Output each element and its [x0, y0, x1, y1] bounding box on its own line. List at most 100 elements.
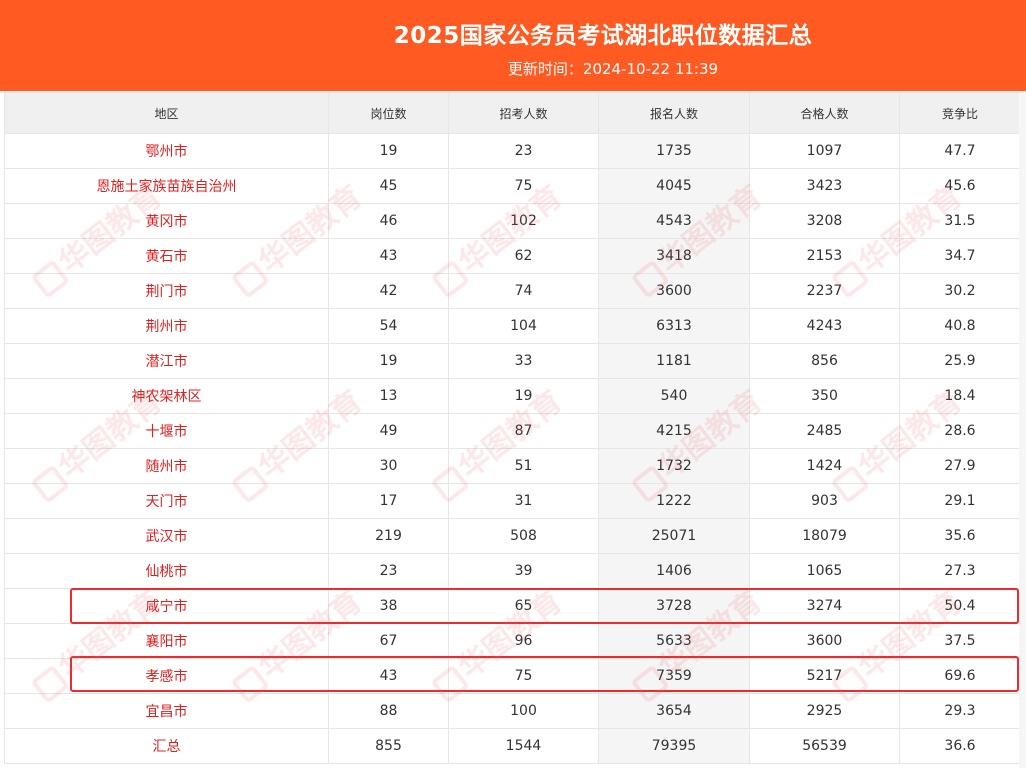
page-header: 2025国家公务员考试湖北职位数据汇总 更新时间：2024-10-22 11:3…	[0, 0, 1026, 91]
scrollbar-track[interactable]	[1019, 92, 1026, 768]
cell-region[interactable]: 武汉市	[4, 518, 329, 554]
cell-applicants: 1181	[598, 343, 750, 379]
table-body: 鄂州市 19 23 1735 1097 47.7 恩施土家族苗族自治州 45 75 4045 342…	[4, 133, 1021, 764]
cell-qualified: 1065	[749, 553, 900, 589]
col-header-ratio[interactable]: 竞争比	[899, 92, 1021, 134]
cell-positions: 67	[328, 623, 449, 659]
cell-applicants: 4215	[598, 413, 750, 449]
cell-positions: 19	[328, 133, 449, 169]
cell-positions: 38	[328, 588, 449, 624]
cell-region[interactable]: 十堰市	[4, 413, 329, 449]
table-row: 随州市 30 51 1732 1424 27.9	[4, 448, 1021, 484]
cell-region[interactable]: 荆州市	[4, 308, 329, 344]
cell-applicants: 4045	[598, 168, 750, 204]
cell-qualified: 5217	[749, 658, 900, 694]
table-row: 咸宁市 38 65 3728 3274 50.4	[4, 588, 1021, 624]
table-row: 荆州市 54 104 6313 4243 40.8	[4, 308, 1021, 344]
cell-region[interactable]: 天门市	[4, 483, 329, 519]
cell-ratio: 30.2	[899, 273, 1021, 309]
cell-positions: 43	[328, 658, 449, 694]
table-row: 孝感市 43 75 7359 5217 69.6	[4, 658, 1021, 694]
col-header-qualified[interactable]: 合格人数	[749, 92, 900, 134]
cell-recruits: 31	[448, 483, 599, 519]
cell-qualified: 2153	[749, 238, 900, 274]
cell-positions: 42	[328, 273, 449, 309]
cell-positions: 855	[328, 728, 449, 764]
col-header-region[interactable]: 地区	[4, 92, 329, 134]
cell-applicants: 3728	[598, 588, 750, 624]
cell-region[interactable]: 荆门市	[4, 273, 329, 309]
cell-applicants: 3654	[598, 693, 750, 729]
cell-applicants: 79395	[598, 728, 750, 764]
cell-qualified: 903	[749, 483, 900, 519]
cell-recruits: 102	[448, 203, 599, 239]
cell-positions: 13	[328, 378, 449, 414]
cell-applicants: 7359	[598, 658, 750, 694]
cell-region[interactable]: 襄阳市	[4, 623, 329, 659]
cell-ratio: 69.6	[899, 658, 1021, 694]
cell-recruits: 33	[448, 343, 599, 379]
cell-region[interactable]: 孝感市	[4, 658, 329, 694]
cell-qualified: 3208	[749, 203, 900, 239]
table-row: 潜江市 19 33 1181 856 25.9	[4, 343, 1021, 379]
cell-region[interactable]: 宜昌市	[4, 693, 329, 729]
cell-region[interactable]: 仙桃市	[4, 553, 329, 589]
cell-ratio: 40.8	[899, 308, 1021, 344]
cell-ratio: 34.7	[899, 238, 1021, 274]
table-row: 襄阳市 67 96 5633 3600 37.5	[4, 623, 1021, 659]
cell-ratio: 45.6	[899, 168, 1021, 204]
cell-positions: 43	[328, 238, 449, 274]
cell-applicants: 1406	[598, 553, 750, 589]
table-row: 鄂州市 19 23 1735 1097 47.7	[4, 133, 1021, 169]
cell-ratio: 29.3	[899, 693, 1021, 729]
cell-region[interactable]: 咸宁市	[4, 588, 329, 624]
cell-region[interactable]: 黄冈市	[4, 203, 329, 239]
cell-recruits: 87	[448, 413, 599, 449]
cell-positions: 219	[328, 518, 449, 554]
cell-recruits: 23	[448, 133, 599, 169]
cell-applicants: 25071	[598, 518, 750, 554]
cell-ratio: 29.1	[899, 483, 1021, 519]
cell-recruits: 96	[448, 623, 599, 659]
table-row: 神农架林区 13 19 540 350 18.4	[4, 378, 1021, 414]
cell-ratio: 27.3	[899, 553, 1021, 589]
cell-region[interactable]: 汇总	[4, 728, 329, 764]
cell-positions: 49	[328, 413, 449, 449]
col-header-positions[interactable]: 岗位数	[328, 92, 449, 134]
cell-applicants: 4543	[598, 203, 750, 239]
cell-applicants: 6313	[598, 308, 750, 344]
table-row: 黄冈市 46 102 4543 3208 31.5	[4, 203, 1021, 239]
cell-ratio: 25.9	[899, 343, 1021, 379]
page-title: 2025国家公务员考试湖北职位数据汇总	[393, 23, 813, 49]
col-header-applicants[interactable]: 报名人数	[598, 92, 750, 134]
cell-applicants: 540	[598, 378, 750, 414]
cell-region[interactable]: 随州市	[4, 448, 329, 484]
table-row: 十堰市 49 87 4215 2485 28.6	[4, 413, 1021, 449]
data-table-container[interactable]: 地区 岗位数 招考人数 报名人数 合格人数 竞争比 鄂州市 19 23 1735 109…	[4, 92, 1026, 768]
cell-region[interactable]: 恩施土家族苗族自治州	[4, 168, 329, 204]
col-header-recruits[interactable]: 招考人数	[448, 92, 599, 134]
cell-recruits: 508	[448, 518, 599, 554]
cell-recruits: 65	[448, 588, 599, 624]
cell-recruits: 75	[448, 168, 599, 204]
cell-qualified: 1097	[749, 133, 900, 169]
cell-region[interactable]: 潜江市	[4, 343, 329, 379]
cell-region[interactable]: 黄石市	[4, 238, 329, 274]
cell-applicants: 1732	[598, 448, 750, 484]
table-row: 仙桃市 23 39 1406 1065 27.3	[4, 553, 1021, 589]
cell-positions: 30	[328, 448, 449, 484]
cell-recruits: 104	[448, 308, 599, 344]
cell-applicants: 3418	[598, 238, 750, 274]
cell-applicants: 5633	[598, 623, 750, 659]
cell-positions: 23	[328, 553, 449, 589]
cell-positions: 45	[328, 168, 449, 204]
cell-applicants: 3600	[598, 273, 750, 309]
cell-recruits: 39	[448, 553, 599, 589]
cell-region[interactable]: 神农架林区	[4, 378, 329, 414]
table-header-row: 地区 岗位数 招考人数 报名人数 合格人数 竞争比	[4, 92, 1021, 134]
cell-ratio: 27.9	[899, 448, 1021, 484]
cell-region[interactable]: 鄂州市	[4, 133, 329, 169]
cell-positions: 17	[328, 483, 449, 519]
table-row: 武汉市 219 508 25071 18079 35.6	[4, 518, 1021, 554]
cell-qualified: 2237	[749, 273, 900, 309]
